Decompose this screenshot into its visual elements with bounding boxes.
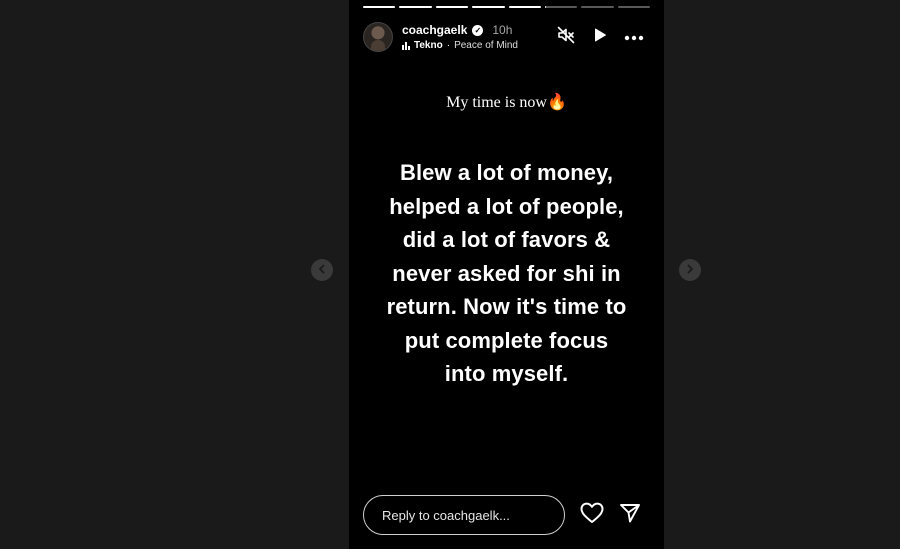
mute-button[interactable] [556,26,576,49]
more-horizontal-icon [624,28,644,46]
progress-segment [508,6,541,8]
username-link[interactable]: coachgaelk [402,23,467,37]
story-main-text: Blew a lot of money, helped a lot of peo… [386,160,627,386]
send-icon [619,502,641,529]
progress-fill [435,6,469,8]
music-song: Peace of Mind [454,40,518,51]
story-meta: coachgaelk ✓ 10h Tekno · Peace of Mind [402,23,556,51]
progress-fill [363,6,396,8]
avatar[interactable] [363,22,393,52]
share-button[interactable] [617,502,643,528]
progress-segment [472,6,505,8]
reply-input[interactable] [363,495,565,535]
story-timestamp: 10h [492,23,513,37]
progress-segment [399,6,432,8]
music-bars-icon [402,41,410,50]
progress-fill [399,6,432,8]
heart-icon [580,502,604,529]
progress-fill [472,6,505,8]
progress-segment [363,6,396,8]
music-artist: Tekno [414,40,443,51]
progress-segment [544,6,578,8]
play-icon [592,27,608,48]
chevron-right-icon [685,261,695,279]
story-progress-bar [363,6,650,8]
story-caption: My time is now🔥 [446,94,567,111]
progress-segment [435,6,469,8]
story-header: coachgaelk ✓ 10h Tekno · Peace of Mind [363,18,654,56]
progress-segment [617,6,650,8]
previous-story-button[interactable] [311,259,333,281]
music-separator: · [446,40,451,51]
verified-badge-icon: ✓ [472,24,484,36]
progress-fill [544,6,547,8]
more-options-button[interactable] [624,27,644,47]
like-button[interactable] [579,502,605,528]
next-story-button[interactable] [679,259,701,281]
story-controls [556,26,644,49]
story-viewer: coachgaelk ✓ 10h Tekno · Peace of Mind M… [349,0,664,549]
play-button[interactable] [590,27,610,47]
story-footer [363,494,650,536]
chevron-left-icon [317,261,327,279]
music-info[interactable]: Tekno · Peace of Mind [402,40,556,51]
speaker-muted-icon [557,26,575,49]
progress-fill [508,6,541,8]
progress-segment [581,6,614,8]
